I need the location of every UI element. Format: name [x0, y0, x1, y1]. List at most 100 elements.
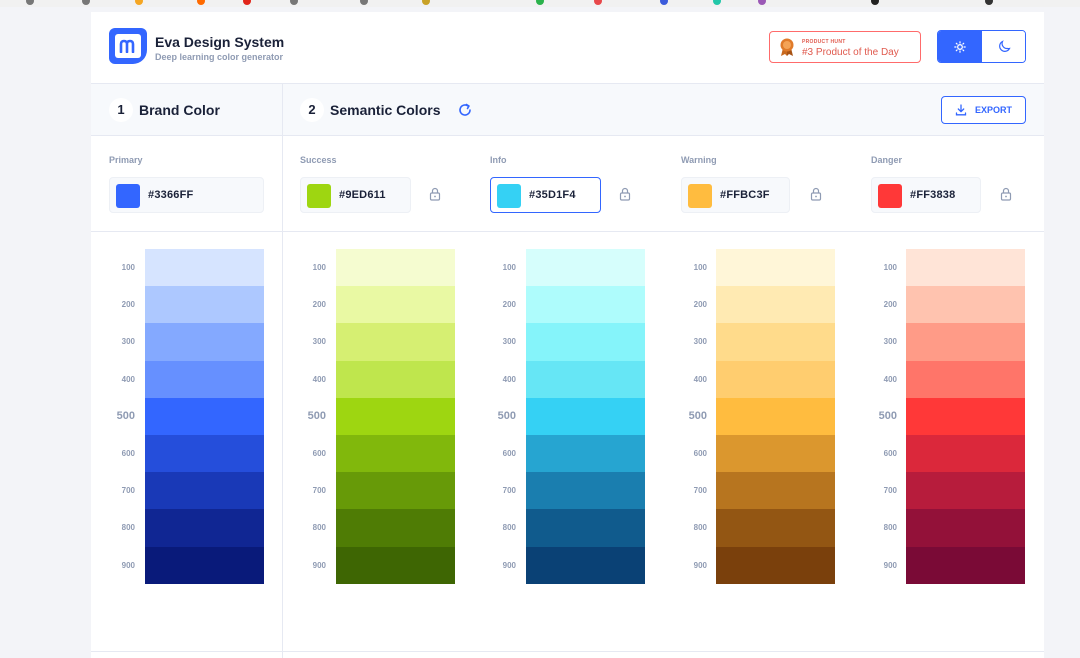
danger-shade-swatch[interactable]: [906, 249, 1025, 287]
info-label: Info: [490, 155, 507, 165]
danger-color-input[interactable]: #FF3838: [871, 177, 981, 213]
info-shade-swatch[interactable]: [526, 546, 645, 584]
info-color-input[interactable]: #35D1F4: [490, 177, 601, 213]
info-shade-swatch[interactable]: [526, 286, 645, 324]
danger-shade-swatch[interactable]: [906, 546, 1025, 584]
warning-shade-swatch[interactable]: [716, 435, 835, 473]
danger-shade-swatch[interactable]: [906, 472, 1025, 510]
primary-shade-label: 900: [121, 560, 135, 570]
success-swatch[interactable]: [307, 184, 331, 208]
info-shade-label: 500: [497, 409, 516, 422]
danger-shade-label: 400: [883, 374, 897, 384]
success-shade-swatch[interactable]: [336, 546, 455, 584]
sun-icon: [954, 40, 966, 53]
info-shade-swatch[interactable]: [526, 249, 645, 287]
info-shade-swatch[interactable]: [526, 323, 645, 361]
refresh-icon[interactable]: [457, 102, 473, 118]
primary-label: Primary: [109, 155, 143, 165]
header: Eva Design System Deep learning color ge…: [91, 12, 1044, 84]
color-inputs-row: Primary #3366FF Success #9ED611 Info #35…: [91, 136, 1044, 232]
warning-color-input[interactable]: #FFBC3F: [681, 177, 790, 213]
eva-logo-icon[interactable]: [109, 28, 147, 64]
warning-shade-swatch[interactable]: [716, 286, 835, 324]
warning-swatch[interactable]: [688, 184, 712, 208]
app-window: Eva Design System Deep learning color ge…: [91, 12, 1044, 658]
bookmarks-bar: ☐: [0, 0, 1080, 7]
success-shade-label: 100: [312, 263, 326, 272]
primary-shade-swatch[interactable]: [145, 286, 264, 324]
warning-shade-swatch[interactable]: [716, 509, 835, 547]
badge-main-text: #3 Product of the Day: [802, 47, 899, 58]
danger-lock-icon[interactable]: [1000, 187, 1012, 201]
success-shade-label: 400: [312, 374, 326, 384]
primary-shade-swatch[interactable]: [145, 249, 264, 287]
success-lock-icon[interactable]: [429, 187, 441, 201]
danger-shade-label: 300: [883, 337, 897, 347]
dark-theme-button[interactable]: [982, 31, 1025, 62]
warning-lock-icon[interactable]: [810, 187, 822, 201]
warning-shade-swatch[interactable]: [716, 397, 835, 435]
primary-shade-swatch[interactable]: [145, 397, 264, 435]
info-shade-swatch[interactable]: [526, 360, 645, 398]
danger-swatch[interactable]: [878, 184, 902, 208]
export-button[interactable]: EXPORT: [941, 96, 1026, 124]
warning-shade-swatch[interactable]: [716, 323, 835, 361]
info-lock-icon[interactable]: [619, 187, 631, 201]
warning-shade-swatch[interactable]: [716, 249, 835, 287]
danger-shade-label: 800: [883, 523, 897, 533]
success-shade-label: 900: [312, 560, 326, 570]
primary-shade-swatch[interactable]: [145, 509, 264, 547]
info-hex: #35D1F4: [529, 189, 576, 201]
danger-shade-swatch[interactable]: [906, 509, 1025, 547]
warning-shade-label: 700: [693, 486, 707, 496]
warning-shade-swatch[interactable]: [716, 360, 835, 398]
danger-shade-swatch[interactable]: [906, 360, 1025, 398]
primary-shade-swatch[interactable]: [145, 472, 264, 510]
info-shade-swatch[interactable]: [526, 509, 645, 547]
brand-color-heading: Brand Color: [139, 102, 220, 118]
light-theme-button[interactable]: [938, 31, 982, 62]
primary-color-input[interactable]: #3366FF: [109, 177, 264, 213]
info-shade-label: 200: [502, 300, 516, 310]
info-shade-swatch[interactable]: [526, 397, 645, 435]
primary-swatch[interactable]: [116, 184, 140, 208]
danger-shade-label: 900: [883, 560, 897, 570]
info-shade-swatch[interactable]: [526, 472, 645, 510]
success-shade-label: 300: [312, 337, 326, 347]
success-shade-swatch[interactable]: [336, 397, 455, 435]
danger-shade-label: 500: [878, 409, 897, 422]
success-color-input[interactable]: #9ED611: [300, 177, 411, 213]
primary-shade-swatch[interactable]: [145, 435, 264, 473]
success-shade-swatch[interactable]: [336, 249, 455, 287]
danger-shade-swatch[interactable]: [906, 435, 1025, 473]
warning-label: Warning: [681, 155, 717, 165]
warning-shade-swatch[interactable]: [716, 472, 835, 510]
download-icon: [955, 104, 967, 116]
primary-shade-swatch[interactable]: [145, 360, 264, 398]
success-shade-label: 700: [312, 486, 326, 496]
app-title: Eva Design System: [155, 34, 285, 50]
danger-shade-swatch[interactable]: [906, 323, 1025, 361]
success-shade-swatch[interactable]: [336, 360, 455, 398]
warning-shade-swatch[interactable]: [716, 546, 835, 584]
success-shade-swatch[interactable]: [336, 286, 455, 324]
moon-icon: [998, 40, 1011, 52]
danger-shade-swatch[interactable]: [906, 397, 1025, 435]
danger-shade-label: 600: [883, 449, 897, 458]
info-swatch[interactable]: [497, 184, 521, 208]
primary-shade-swatch[interactable]: [145, 546, 264, 584]
product-hunt-badge[interactable]: PRODUCT HUNT #3 Product of the Day: [769, 31, 921, 63]
primary-shade-label: 700: [121, 486, 135, 496]
success-shade-swatch[interactable]: [336, 435, 455, 473]
success-shade-swatch[interactable]: [336, 323, 455, 361]
info-shade-swatch[interactable]: [526, 435, 645, 473]
primary-shade-swatch[interactable]: [145, 323, 264, 361]
info-shade-label: 600: [502, 449, 516, 458]
warning-shade-label: 200: [693, 300, 707, 310]
danger-hex: #FF3838: [910, 189, 956, 201]
danger-shade-label: 200: [883, 300, 897, 310]
danger-shade-swatch[interactable]: [906, 286, 1025, 324]
success-shade-swatch[interactable]: [336, 472, 455, 510]
success-shade-swatch[interactable]: [336, 509, 455, 547]
success-shade-label: 600: [312, 449, 326, 458]
